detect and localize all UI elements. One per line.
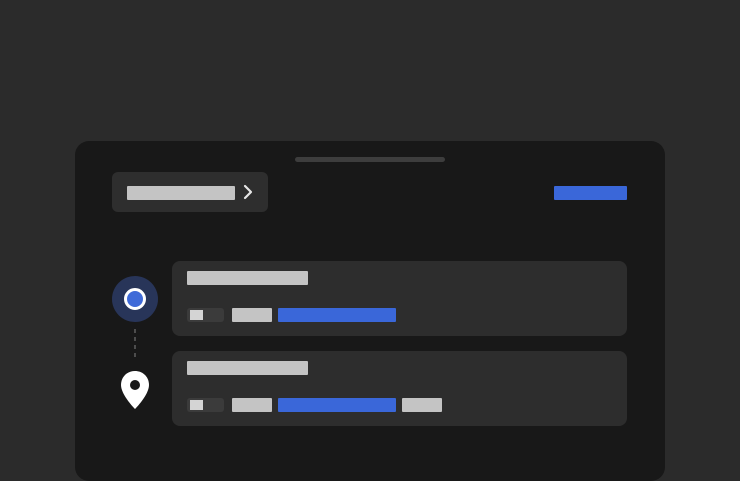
- origin-stop-card[interactable]: [172, 261, 627, 336]
- transit-icon: [187, 398, 224, 412]
- transit-icon: [187, 308, 224, 322]
- destination-stop-detail-link[interactable]: [278, 398, 396, 412]
- route-sheet: [75, 141, 665, 481]
- destination-stop-tag: [232, 398, 272, 412]
- route-connector-line: [134, 329, 136, 359]
- route-selector-label: [127, 186, 235, 200]
- origin-stop-detail-link[interactable]: [278, 308, 396, 322]
- origin-stop-tag: [232, 308, 272, 322]
- location-pin-icon: [121, 371, 149, 409]
- header-action-link[interactable]: [554, 186, 627, 200]
- route-selector-button[interactable]: [112, 172, 268, 212]
- destination-stop-extra-tag: [402, 398, 442, 412]
- origin-stop-title: [187, 271, 308, 285]
- origin-dot-icon: [112, 276, 158, 322]
- sheet-grab-handle[interactable]: [295, 157, 445, 162]
- destination-stop-title: [187, 361, 308, 375]
- chevron-right-icon: [243, 184, 253, 200]
- destination-stop-card[interactable]: [172, 351, 627, 426]
